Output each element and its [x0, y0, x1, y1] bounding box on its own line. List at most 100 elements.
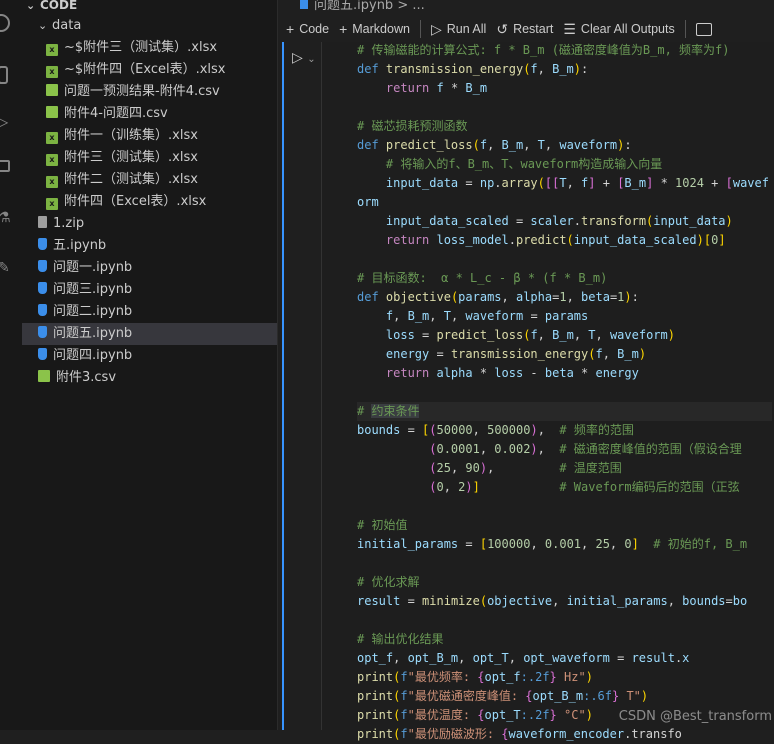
- code-token: print: [357, 708, 394, 722]
- code-token: ): [638, 347, 647, 361]
- code-token: result: [631, 651, 675, 665]
- code-token: B_m: [552, 62, 574, 76]
- code-editor[interactable]: # 传输磁能的计算公式: f * B_m (磁通密度峰值为B_m, 频率为f) d…: [357, 41, 772, 744]
- code-token: 25: [595, 537, 610, 551]
- code-token: [: [703, 233, 712, 247]
- code-token: :.2f: [520, 670, 550, 684]
- code-token: ]: [472, 480, 480, 494]
- code-token: :.6f: [583, 689, 612, 703]
- code-token: alpha: [515, 290, 553, 304]
- code-token: ): [465, 480, 473, 494]
- code-token: T: [559, 176, 567, 190]
- code-token: ): [667, 328, 675, 342]
- clear-outputs-button[interactable]: ☰ Clear All Outputs: [563, 21, 674, 38]
- file-item[interactable]: x ~$附件三（测试集）.xlsx: [22, 37, 277, 59]
- file-item[interactable]: x 附件二（测试集）.xlsx: [22, 169, 277, 191]
- code-token: 约束条件: [371, 404, 420, 418]
- code-token: (: [429, 423, 437, 437]
- code-token: :: [631, 290, 639, 304]
- zip-file-icon: [38, 216, 47, 228]
- csv-file-icon: [46, 106, 58, 118]
- code-token: =: [400, 423, 423, 437]
- file-item[interactable]: 问题五.ipynb: [22, 323, 277, 345]
- clear-outputs-icon: ☰: [563, 20, 576, 37]
- code-token: ,: [487, 461, 560, 475]
- run-debug-icon[interactable]: ▷: [0, 112, 8, 131]
- code-token: f: [530, 328, 538, 342]
- code-token: def: [357, 290, 386, 304]
- code-token: T: [588, 328, 596, 342]
- file-item[interactable]: x ~$附件四（Excel表）.xlsx: [22, 59, 277, 81]
- code-token: f: [530, 62, 538, 76]
- file-item[interactable]: 附件3.csv: [22, 367, 277, 389]
- code-token: print: [357, 727, 394, 741]
- file-item[interactable]: x 附件一（训练集）.xlsx: [22, 125, 277, 147]
- variables-button[interactable]: [695, 22, 712, 36]
- add-markdown-button[interactable]: + Markdown: [339, 21, 410, 37]
- code-token: T: [443, 309, 451, 323]
- file-item[interactable]: x 附件三（测试集）.xlsx: [22, 147, 277, 169]
- code-line: energy = transmission_energy(f, B_m): [357, 345, 772, 364]
- code-token: }: [549, 670, 557, 684]
- code-token: return: [385, 233, 437, 247]
- file-item[interactable]: 问题四.ipynb: [22, 345, 277, 367]
- explorer-root[interactable]: ⌄ CODE: [22, 0, 277, 16]
- toolbar-divider: [419, 20, 421, 38]
- code-token: transmission_energy: [450, 347, 589, 361]
- code-token: [: [725, 176, 733, 190]
- code-line: (0, 2)] # Waveform编码后的范围（正弦: [357, 478, 772, 497]
- file-label: 问题五.ipynb: [53, 326, 133, 341]
- run-icon: ▷: [292, 50, 303, 66]
- code-token: transmission_energy: [385, 62, 524, 76]
- file-item[interactable]: 问题一预测结果-附件4.csv: [22, 81, 277, 103]
- code-token: opt_B_m: [532, 689, 584, 703]
- code-token: f: [400, 727, 408, 741]
- file-item[interactable]: 问题二.ipynb: [22, 301, 277, 323]
- file-item[interactable]: 问题三.ipynb: [22, 279, 277, 301]
- run-cell-button[interactable]: ▷ ⌄: [292, 50, 316, 66]
- code-token: -: [523, 366, 545, 380]
- code-token: loss_model: [436, 233, 509, 247]
- file-item[interactable]: x 附件四（Excel表）.xlsx: [22, 191, 277, 213]
- file-item[interactable]: 问题一.ipynb: [22, 257, 277, 279]
- breadcrumb[interactable]: 问题五.ipynb > ...: [278, 0, 774, 14]
- code-token: bo: [732, 594, 748, 608]
- restart-label: Restart: [513, 22, 554, 36]
- source-control-icon[interactable]: [0, 66, 8, 84]
- code-line: print(f"最优励磁波形: {waveform_encoder.transf…: [357, 725, 772, 744]
- code-token: ,: [602, 347, 618, 361]
- restart-button[interactable]: ↺ Restart: [496, 21, 553, 38]
- file-label: 附件3.csv: [56, 370, 117, 385]
- code-token: 90: [465, 461, 480, 475]
- folder-data[interactable]: ⌄ data: [22, 15, 277, 37]
- testing-icon[interactable]: ⚗: [0, 210, 11, 226]
- code-token: 0: [436, 480, 444, 494]
- plus-icon: +: [339, 21, 348, 37]
- file-item[interactable]: 五.ipynb: [22, 235, 277, 257]
- notebook-file-icon: [300, 0, 308, 9]
- run-all-label: Run All: [446, 22, 487, 36]
- code-line: opt_f, opt_B_m, opt_T, opt_waveform = re…: [357, 649, 772, 668]
- file-label: 问题一预测结果-附件4.csv: [64, 84, 220, 99]
- file-item[interactable]: 附件4-问题四.csv: [22, 103, 277, 125]
- search-icon[interactable]: [0, 14, 10, 32]
- plus-icon: +: [286, 21, 295, 37]
- run-all-button[interactable]: ▷ Run All: [431, 21, 486, 38]
- code-token: "最优励磁波形:: [407, 727, 502, 741]
- file-item[interactable]: 1.zip: [22, 213, 277, 235]
- code-token: 50000: [436, 423, 473, 437]
- code-token: {: [477, 670, 485, 684]
- add-code-button[interactable]: + Code: [286, 21, 329, 37]
- code-line: print(f"最优磁通密度峰值: {opt_B_m:.6f} T"): [357, 687, 772, 706]
- extensions-icon[interactable]: [0, 160, 10, 172]
- csv-file-icon: [38, 370, 50, 382]
- code-token: # 目标函数: α * L_c - β * (f * B_m): [357, 271, 608, 285]
- remote-icon[interactable]: ✎: [0, 260, 10, 276]
- code-line: def predict_loss(f, B_m, T, waveform):: [357, 136, 772, 155]
